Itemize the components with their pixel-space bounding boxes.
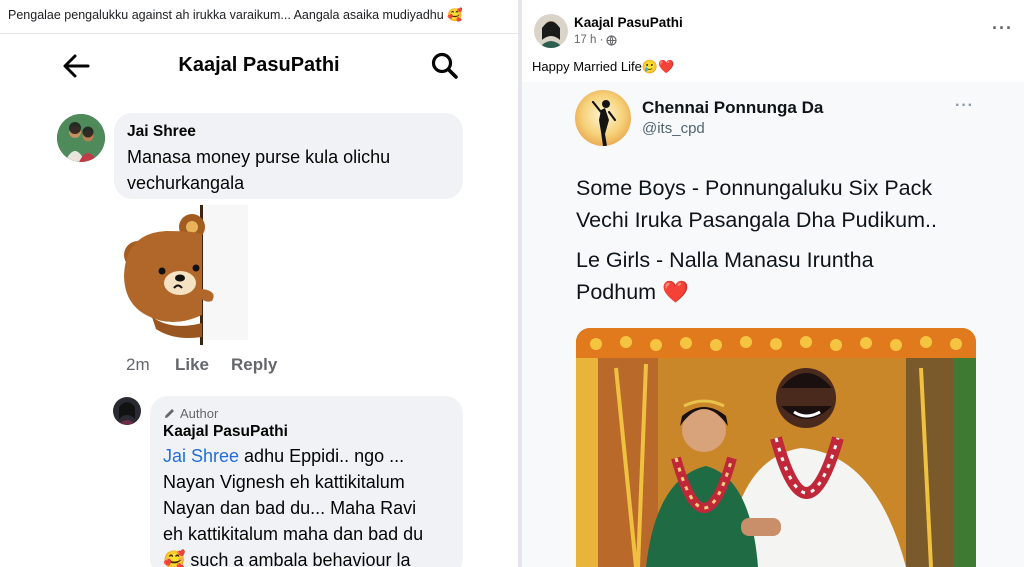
profile-photo bbox=[113, 397, 141, 425]
tweet-handle: @its_cpd bbox=[642, 120, 705, 137]
comment-bubble: Jai Shree Manasa money purse kula olichu… bbox=[114, 113, 463, 199]
bear-sticker bbox=[124, 205, 248, 345]
more-options-icon[interactable]: ··· bbox=[992, 18, 1013, 39]
pencil-icon bbox=[165, 409, 174, 418]
tweet-text-line: Some Boys - Ponnungaluku Six Pack bbox=[576, 176, 933, 200]
silhouette-avatar bbox=[575, 90, 631, 146]
tweet-avatar bbox=[575, 90, 631, 146]
reply-line: 🥰 such a ambala behaviour la bbox=[163, 550, 411, 567]
facebook-post: Kaajal PasuPathi 17 h · ··· Happy Marrie… bbox=[522, 0, 1024, 567]
poster-name[interactable]: Kaajal PasuPathi bbox=[574, 15, 683, 30]
author-tag-label: Author bbox=[180, 406, 219, 421]
reply-line: Nayan dan bad du... Maha Ravi bbox=[163, 498, 417, 518]
mention-link[interactable]: Jai Shree bbox=[163, 446, 239, 466]
reply-bubble: Author Kaajal PasuPathi Jai Shree adhu E… bbox=[150, 396, 463, 567]
divider bbox=[0, 33, 518, 34]
comment-text: Manasa money purse kula olichu vechurkan… bbox=[127, 147, 391, 193]
search-icon[interactable] bbox=[430, 51, 460, 81]
reply-line: adhu Eppidi.. ngo ... bbox=[239, 446, 405, 466]
tweet-text-line: Podhum ❤️ bbox=[576, 280, 689, 304]
comments-panel: Pengalae pengalukku against ah irukka va… bbox=[0, 0, 518, 567]
tweet-text-line: Vechi Iruka Pasangala Dha Pudikum.. bbox=[576, 208, 937, 232]
tweet-more-icon: ··· bbox=[955, 97, 974, 114]
tweet-text-line: Le Girls - Nalla Manasu Iruntha bbox=[576, 248, 874, 272]
wedding-photo bbox=[576, 328, 976, 567]
post-caption: Happy Married Life🥲❤️ bbox=[532, 59, 675, 74]
avatar[interactable] bbox=[113, 397, 141, 425]
wedding-couple-image bbox=[576, 328, 976, 567]
author-badge: Author bbox=[163, 406, 218, 421]
post-caption: Pengalae pengalukku against ah irukka va… bbox=[8, 8, 463, 22]
avatar[interactable] bbox=[534, 14, 568, 48]
comment-author[interactable]: Jai Shree bbox=[127, 123, 196, 141]
reply-text: Jai Shree adhu Eppidi.. ngo ... Nayan Vi… bbox=[163, 443, 463, 567]
reply-button[interactable]: Reply bbox=[231, 355, 277, 375]
comment-time: 2m bbox=[126, 355, 150, 374]
post-time-label: 17 h · bbox=[574, 34, 604, 46]
profile-photo bbox=[534, 14, 568, 48]
post-time[interactable]: 17 h · bbox=[574, 34, 618, 46]
couple-photo bbox=[57, 114, 105, 162]
globe-icon bbox=[606, 34, 618, 46]
reply-author[interactable]: Kaajal PasuPathi bbox=[163, 423, 288, 441]
avatar[interactable] bbox=[57, 114, 105, 162]
tweet-author-name: Chennai Ponnunga Da bbox=[642, 98, 824, 117]
like-button[interactable]: Like bbox=[175, 355, 209, 375]
reply-line: eh kattikitalum maha dan bad du bbox=[163, 524, 424, 544]
reply-line: Nayan Vignesh eh kattikitalum bbox=[163, 472, 405, 492]
